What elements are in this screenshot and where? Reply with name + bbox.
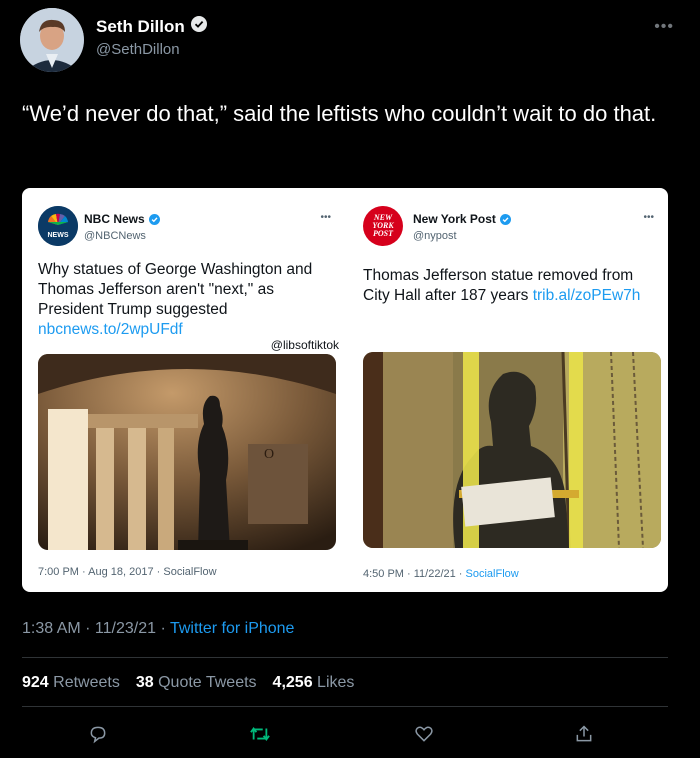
- author-handle[interactable]: @SethDillon: [96, 41, 180, 58]
- reply-icon[interactable]: [86, 722, 110, 746]
- nbc-timestamp-row: 7:00 PM · Aug 18, 2017 · SocialFlow: [38, 566, 217, 578]
- nypost-source: SocialFlow: [465, 568, 519, 580]
- nbc-logo-text: NEWS: [47, 232, 69, 239]
- nbc-account-name: NBC News: [84, 212, 145, 226]
- attached-image[interactable]: NEWS NBC News @NBCNews ••• Why statues o…: [22, 188, 668, 592]
- verified-badge-icon: [190, 16, 207, 37]
- nbc-news-logo-icon: NEWS: [38, 206, 78, 246]
- retweets-label: Retweets: [53, 674, 120, 691]
- verified-badge-icon: [148, 213, 160, 225]
- nbc-tweet-link: nbcnews.to/2wpUFdf: [38, 321, 183, 338]
- nypost-timestamp-row: 4:50 PM · 11/22/21 · SocialFlow: [363, 568, 519, 580]
- nypost-logo-text: NEW YORK POST: [372, 213, 394, 238]
- avatar[interactable]: [20, 8, 84, 72]
- nbc-account-name-row: NBC News: [84, 212, 160, 226]
- more-options-icon: •••: [320, 212, 331, 223]
- share-icon[interactable]: [572, 722, 596, 746]
- tweet-stats: 924 Retweets 38 Quote Tweets 4,256 Likes: [22, 674, 354, 692]
- watermark: @libsoftiktok: [270, 338, 339, 352]
- nbc-handle: @NBCNews: [84, 230, 146, 242]
- nypost-handle: @nypost: [413, 230, 457, 242]
- washington-statue-photo: O: [38, 354, 336, 550]
- nypost-tweet-text: Thomas Jefferson statue removed from Cit…: [363, 266, 653, 306]
- nypost-account-name-row: New York Post: [413, 212, 511, 226]
- embedded-tweet-nypost: NEW YORK POST New York Post @nypost ••• …: [345, 188, 668, 592]
- quote-tweets-label: Quote Tweets: [158, 674, 257, 691]
- nypost-timestamp: 4:50 PM · 11/22/21 ·: [363, 568, 466, 580]
- quote-tweets-stat[interactable]: 38 Quote Tweets: [136, 674, 257, 692]
- jefferson-statue-photo: [363, 352, 661, 548]
- quote-tweets-count: 38: [135, 674, 154, 691]
- divider: [22, 657, 668, 658]
- embedded-tweet-nbc: NEWS NBC News @NBCNews ••• Why statues o…: [22, 188, 345, 592]
- action-bar: [22, 716, 668, 752]
- svg-text:O: O: [264, 447, 274, 462]
- tweet-timestamp[interactable]: 1:38 AM · 11/23/21 ·: [22, 620, 170, 637]
- tweet-text: “We’d never do that,” said the leftists …: [22, 101, 657, 126]
- more-options-icon[interactable]: •••: [654, 18, 674, 36]
- ny-post-logo-icon: NEW YORK POST: [363, 206, 403, 246]
- verified-badge-icon: [499, 213, 511, 225]
- nbc-tweet-body: Why statues of George Washington and Tho…: [38, 261, 313, 318]
- nbc-source: SocialFlow: [163, 566, 217, 578]
- likes-count: 4,256: [272, 674, 313, 691]
- nypost-account-name: New York Post: [413, 212, 496, 226]
- author-name[interactable]: Seth Dillon: [96, 17, 185, 37]
- divider: [22, 706, 668, 707]
- retweet-icon[interactable]: [248, 722, 272, 746]
- retweets-count: 924: [22, 674, 49, 691]
- retweets-stat[interactable]: 924 Retweets: [22, 674, 120, 692]
- tweet-meta: 1:38 AM · 11/23/21 · Twitter for iPhone: [22, 620, 294, 638]
- author-name-row[interactable]: Seth Dillon: [96, 16, 207, 37]
- more-options-icon: •••: [643, 212, 654, 223]
- nbc-tweet-text: Why statues of George Washington and Tho…: [38, 260, 338, 340]
- tweet-source-link[interactable]: Twitter for iPhone: [170, 620, 295, 637]
- nbc-timestamp: 7:00 PM · Aug 18, 2017 ·: [38, 566, 164, 578]
- like-icon[interactable]: [412, 722, 436, 746]
- likes-label: Likes: [317, 674, 355, 691]
- nypost-tweet-link: trib.al/zoPEw7h: [532, 287, 641, 304]
- likes-stat[interactable]: 4,256 Likes: [273, 674, 355, 692]
